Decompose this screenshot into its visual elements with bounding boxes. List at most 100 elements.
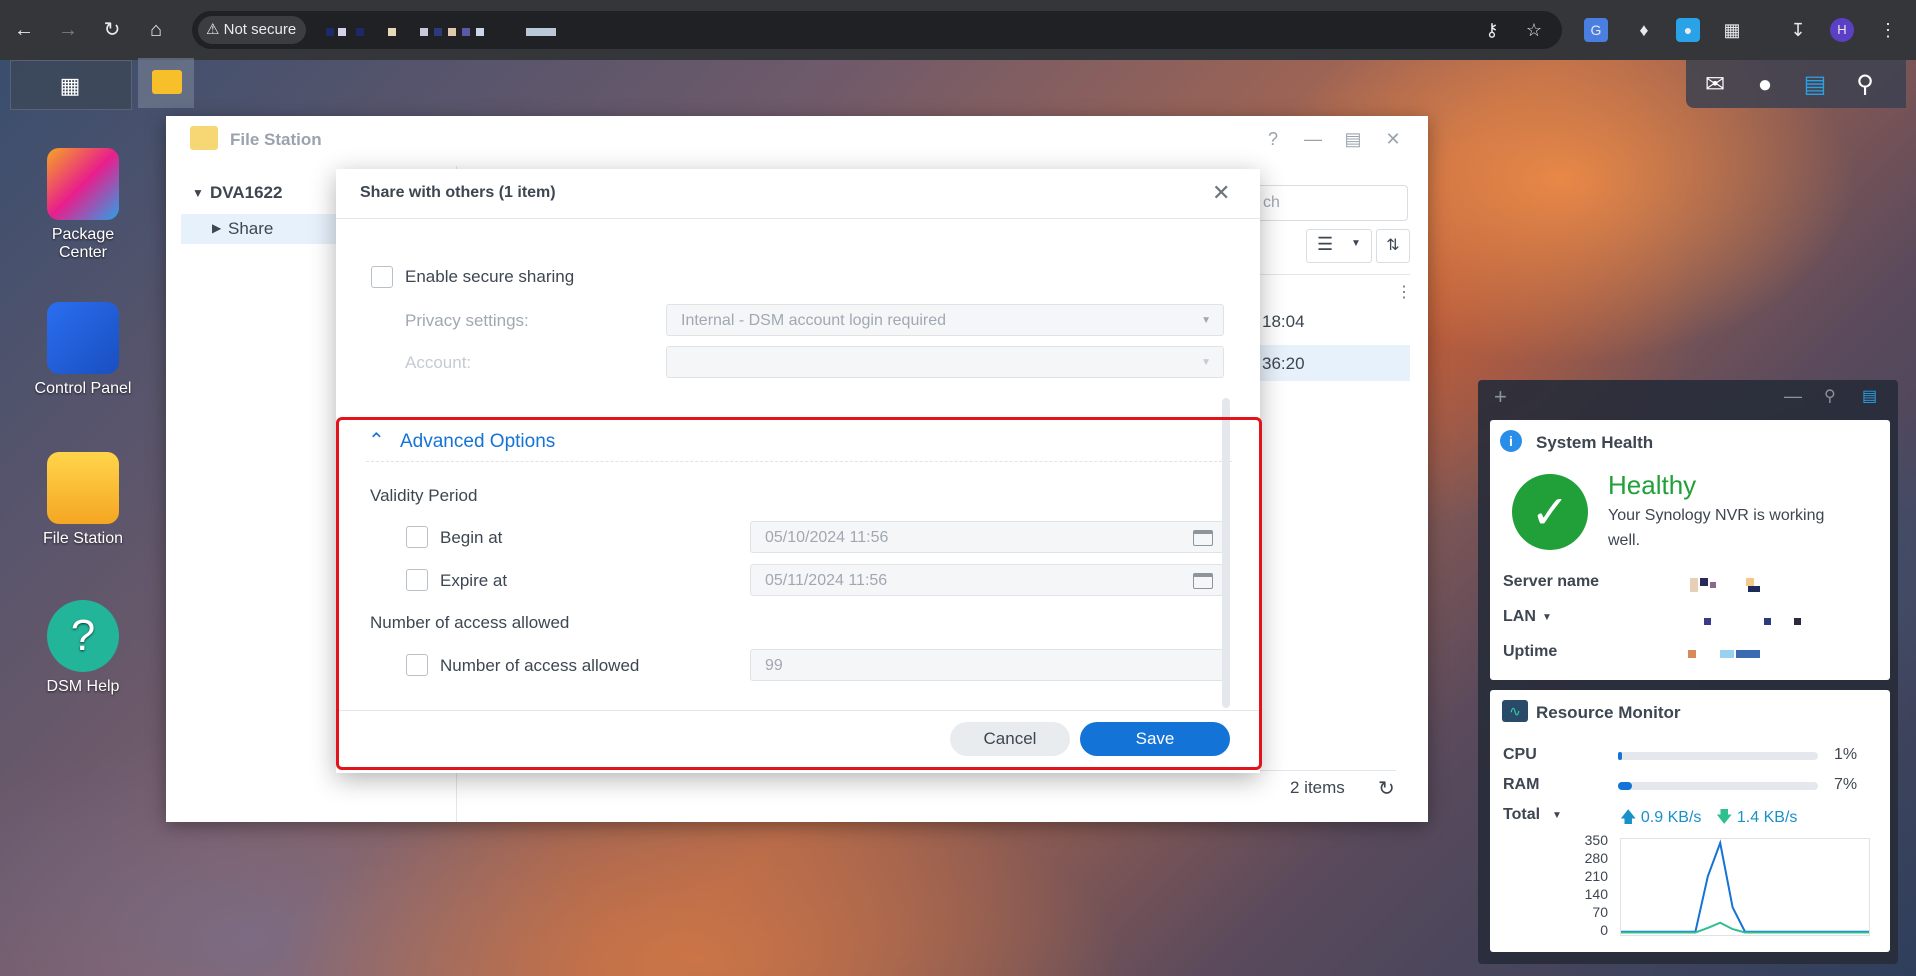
caret-right-icon[interactable]: ▶ <box>212 221 221 235</box>
grid-menu-icon: ▦ <box>59 73 81 98</box>
reload-icon[interactable]: ↻ <box>98 16 126 44</box>
cpu-bar <box>1618 752 1818 760</box>
cpu-percent: 1% <box>1834 746 1858 763</box>
cpu-bar-fill <box>1618 752 1622 760</box>
translate-extension-icon[interactable]: G <box>1584 18 1608 42</box>
pin-icon[interactable]: ⚲ <box>1824 386 1836 406</box>
close-icon[interactable]: ✕ <box>1382 128 1404 150</box>
health-message: Your Synology NVR is working <box>1608 507 1825 524</box>
main-menu-button[interactable]: ▦ <box>10 60 132 110</box>
desktop-icon-label: File Station <box>42 530 124 547</box>
package-center-icon <box>47 148 119 220</box>
system-health-title: System Health <box>1536 433 1654 452</box>
taskbar-file-station[interactable] <box>138 58 194 108</box>
window-title: File Station <box>230 130 322 149</box>
back-icon[interactable]: ← <box>10 16 38 44</box>
profile-avatar-icon[interactable]: H <box>1830 18 1854 42</box>
chart-y-axis: 350 280 210 140 70 0 <box>1572 832 1612 942</box>
file-row-1-time[interactable]: 18:04 <box>1262 312 1305 332</box>
network-chart-svg <box>1621 839 1869 934</box>
privacy-settings-value: Internal - DSM account login required <box>681 312 947 329</box>
lan-redacted <box>1704 618 1804 626</box>
download-rate: 🡇 1.4 KB/s <box>1716 806 1797 833</box>
chat-icon[interactable]: ✉ <box>1700 70 1730 100</box>
server-name-label: Server name <box>1503 573 1600 590</box>
y-tick-label: 350 <box>1584 832 1608 848</box>
check-icon: ✓ <box>1512 474 1588 550</box>
user-icon[interactable]: ● <box>1750 70 1780 100</box>
info-icon: i <box>1500 430 1522 452</box>
file-row-2-time[interactable]: 36:20 <box>1262 354 1305 374</box>
file-station-icon <box>47 452 119 524</box>
folder-icon <box>152 70 182 94</box>
total-label[interactable]: Total <box>1503 806 1540 824</box>
caret-down-icon[interactable]: ▼ <box>192 186 204 200</box>
chart-series-0 <box>1621 839 1869 933</box>
lan-label[interactable]: LAN <box>1503 608 1536 626</box>
ram-label: RAM <box>1503 776 1540 793</box>
warning-icon: ⚠ <box>206 21 220 38</box>
y-tick-label: 0 <box>1600 922 1608 938</box>
highlight-annotation-box <box>336 417 1262 770</box>
y-tick-label: 210 <box>1584 868 1608 884</box>
widget-icon[interactable]: ▤ <box>1800 70 1830 100</box>
droplet-extension-icon[interactable]: ● <box>1676 18 1700 42</box>
bookmark-star-icon[interactable]: ☆ <box>1522 18 1546 42</box>
view-mode-button[interactable]: ☰ ▼ <box>1306 229 1372 263</box>
download-icon[interactable]: ↧ <box>1786 18 1810 42</box>
enable-secure-sharing-checkbox[interactable] <box>371 266 393 288</box>
forward-icon[interactable]: → <box>54 16 82 44</box>
maximize-icon[interactable]: ▤ <box>1342 128 1364 150</box>
column-menu-icon[interactable]: ⋮ <box>1396 282 1412 302</box>
refresh-icon[interactable]: ↻ <box>1378 776 1395 801</box>
security-chip[interactable]: ⚠ Not secure <box>198 16 307 44</box>
password-key-icon[interactable]: ⚷ <box>1480 18 1504 42</box>
help-icon: ? <box>47 600 119 672</box>
redacted-url <box>326 22 556 40</box>
enable-secure-sharing-label: Enable secure sharing <box>405 267 575 286</box>
y-tick-label: 280 <box>1584 850 1608 866</box>
server-name-redacted <box>1690 578 1760 592</box>
widget-layout-icon[interactable]: ▤ <box>1862 386 1877 406</box>
minimize-icon[interactable]: — <box>1302 128 1324 150</box>
tree-share-label: Share <box>228 219 274 238</box>
account-select[interactable]: ▼ <box>666 346 1224 378</box>
security-label: Not secure <box>223 21 297 38</box>
sort-button[interactable]: ⇅ <box>1376 229 1410 263</box>
chevron-down-icon[interactable]: ▼ <box>1542 612 1552 623</box>
browser-menu-icon[interactable]: ⋮ <box>1876 18 1900 42</box>
tree-root-label[interactable]: DVA1622 <box>210 183 282 203</box>
list-view-icon: ☰ <box>1317 234 1334 254</box>
desktop-icon-control-panel[interactable]: Control Panel <box>23 302 143 398</box>
download-arrow-icon: 🡇 <box>1716 809 1733 826</box>
ram-percent: 7% <box>1834 776 1858 793</box>
desktop-icon-label-2: Center <box>58 244 108 261</box>
chevron-down-icon: ▼ <box>1201 357 1211 368</box>
chevron-down-icon[interactable]: ▼ <box>1552 810 1562 821</box>
system-health-widget <box>1490 420 1890 680</box>
close-icon[interactable]: ✕ <box>1212 180 1230 206</box>
desktop-icon-label: Package <box>51 226 115 243</box>
add-widget-icon[interactable]: + <box>1494 384 1507 410</box>
help-icon[interactable]: ? <box>1262 128 1284 150</box>
search-icon[interactable]: ⚲ <box>1850 70 1880 100</box>
y-tick-label: 70 <box>1592 904 1608 920</box>
home-icon[interactable]: ⌂ <box>142 16 170 44</box>
upload-value: 0.9 KB/s <box>1640 809 1702 826</box>
account-label: Account: <box>405 353 472 372</box>
desktop-icon-dsm-help[interactable]: ? DSM Help <box>23 600 143 696</box>
privacy-settings-select[interactable]: Internal - DSM account login required ▼ <box>666 304 1224 336</box>
extensions-puzzle-icon[interactable]: ▦ <box>1720 18 1744 42</box>
uptime-label: Uptime <box>1503 643 1558 660</box>
minimize-icon[interactable]: — <box>1784 386 1802 407</box>
privacy-settings-label: Privacy settings: <box>405 311 529 330</box>
desktop-icon-package-center[interactable]: Package Center <box>23 148 143 262</box>
desktop-icon-label: DSM Help <box>46 678 120 695</box>
desktop-icon-label: Control Panel <box>34 380 132 397</box>
ram-bar <box>1618 782 1818 790</box>
desktop-icon-file-station[interactable]: File Station <box>23 452 143 548</box>
extension-badge-icon[interactable]: ♦ <box>1632 18 1656 42</box>
sort-icon: ⇅ <box>1386 237 1400 254</box>
network-chart <box>1620 838 1870 936</box>
items-count: 2 items <box>1290 778 1345 797</box>
